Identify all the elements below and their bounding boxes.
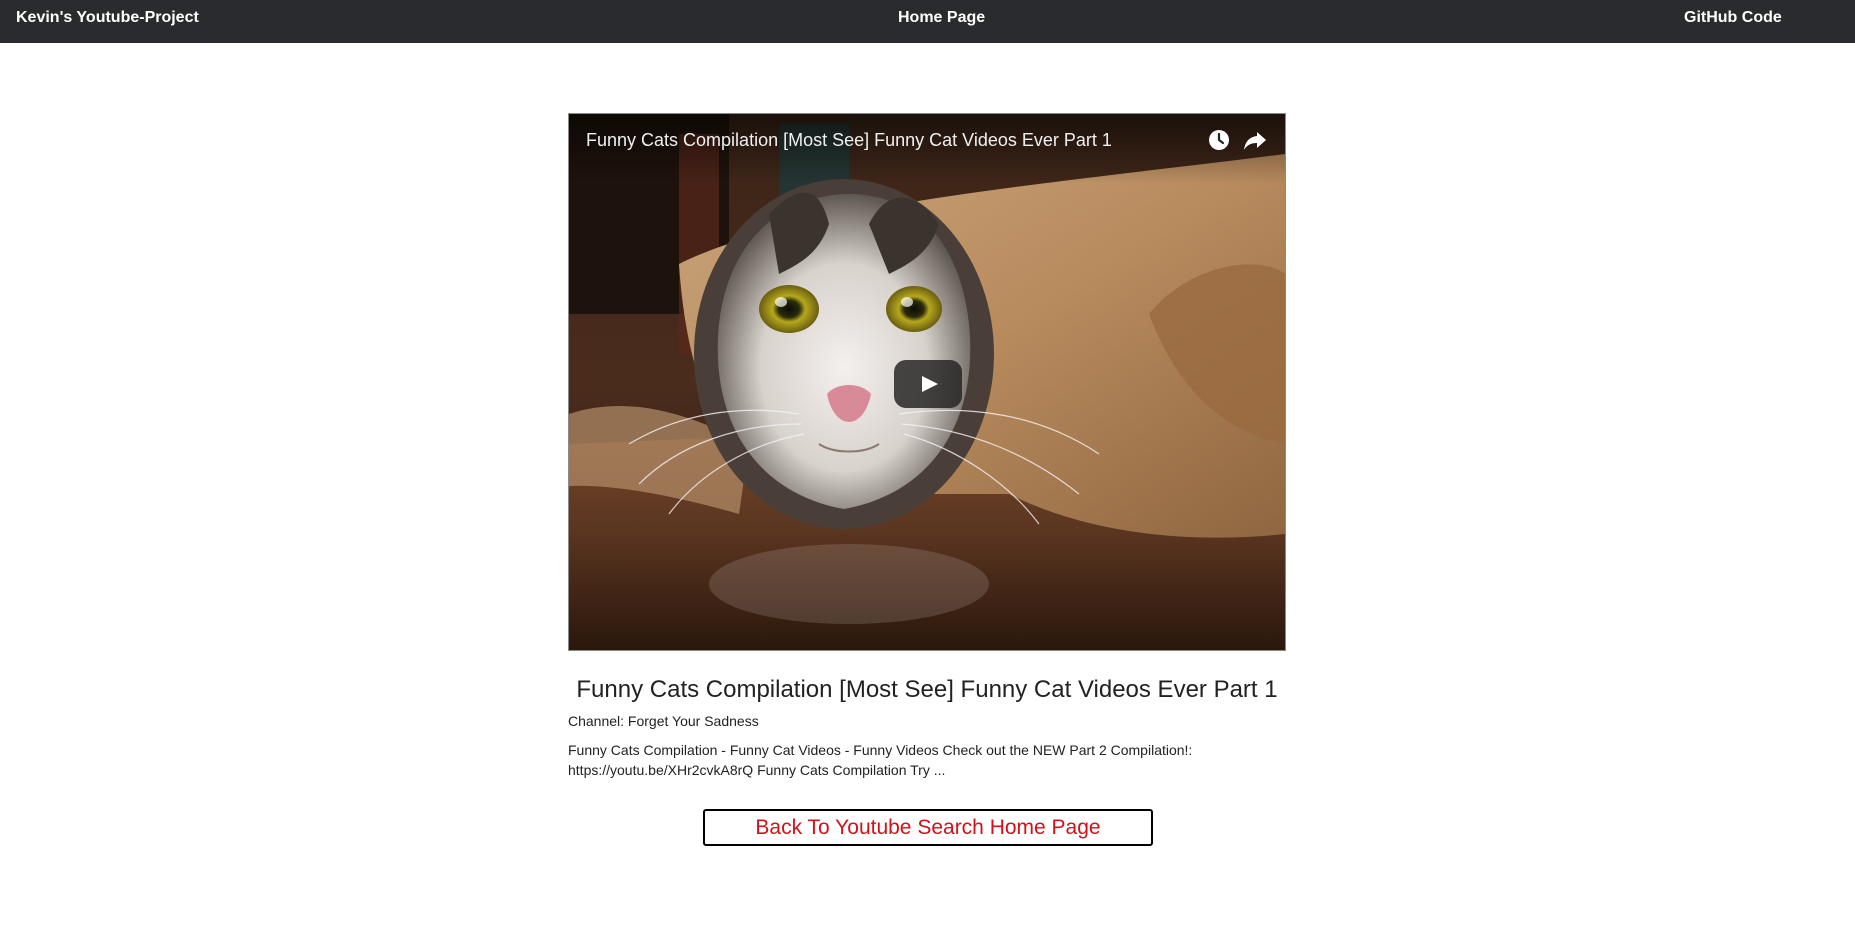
video-description: Funny Cats Compilation - Funny Cat Video… bbox=[568, 742, 1193, 778]
video-title: Funny Cats Compilation [Most See] Funny … bbox=[576, 676, 1278, 703]
play-icon bbox=[922, 376, 938, 392]
home-page-link[interactable]: Home Page bbox=[898, 8, 985, 28]
channel-name: Channel: Forget Your Sadness bbox=[568, 713, 759, 729]
video-player[interactable]: Funny Cats Compilation [Most See] Funny … bbox=[568, 113, 1286, 651]
play-button[interactable] bbox=[894, 360, 962, 408]
top-navbar: Kevin's Youtube-Project Home Page GitHub… bbox=[0, 0, 1855, 43]
github-code-link[interactable]: GitHub Code bbox=[1684, 8, 1782, 28]
back-to-search-button[interactable]: Back To Youtube Search Home Page bbox=[703, 809, 1153, 846]
player-video-title[interactable]: Funny Cats Compilation [Most See] Funny … bbox=[586, 128, 1112, 152]
share-icon[interactable] bbox=[1241, 126, 1269, 154]
brand-link[interactable]: Kevin's Youtube-Project bbox=[16, 8, 199, 28]
watch-later-icon[interactable] bbox=[1205, 126, 1233, 154]
